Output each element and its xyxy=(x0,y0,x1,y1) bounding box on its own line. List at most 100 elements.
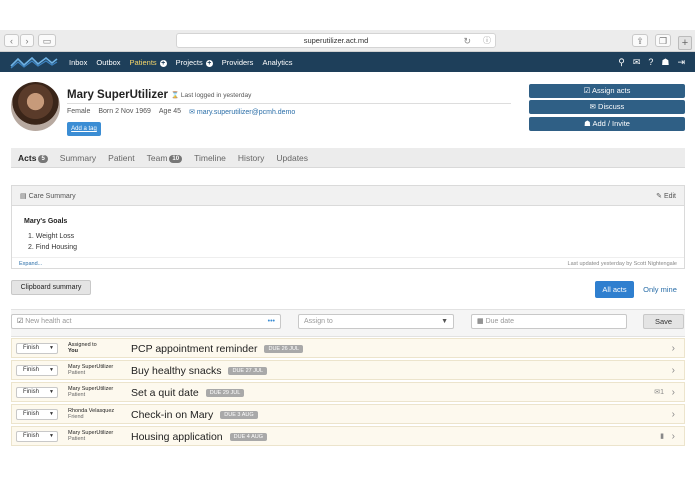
tab-updates[interactable]: Updates xyxy=(276,153,308,163)
finish-label: Finish xyxy=(23,411,40,417)
finish-label: Finish xyxy=(23,389,40,395)
care-summary-header: ▤ Care Summary ✎ Edit xyxy=(12,186,684,206)
finish-dropdown[interactable]: Finish ▼ xyxy=(16,365,58,376)
tab-history[interactable]: History xyxy=(238,153,264,163)
chevron-right-icon[interactable]: › xyxy=(672,431,675,442)
act-title[interactable]: PCP appointment reminder DUE 26 JUL xyxy=(131,343,304,355)
chevron-right-icon[interactable]: › xyxy=(672,365,675,376)
assignee: Rhonda Velasquez Friend xyxy=(68,408,114,420)
new-health-act-input[interactable]: ☑ New health act ••• xyxy=(11,314,281,329)
nav-projects[interactable]: Projects + xyxy=(176,58,213,67)
act-title[interactable]: Set a quit date DUE 29 JUL xyxy=(131,387,245,399)
act-row[interactable]: Finish ▼ Rhonda Velasquez Friend Check-in … xyxy=(11,404,685,424)
add-project-icon[interactable]: + xyxy=(205,59,213,67)
care-summary-panel: ▤ Care Summary ✎ Edit Mary's Goals 1. We… xyxy=(11,185,685,269)
act-row[interactable]: Finish ▼ Assigned to You PCP appointment r… xyxy=(11,338,685,358)
care-summary-title-text: Care Summary xyxy=(28,193,76,200)
finish-dropdown[interactable]: Finish ▼ xyxy=(16,431,58,442)
assign-to-placeholder: Assign to xyxy=(304,318,333,325)
nav-analytics[interactable]: Analytics xyxy=(262,58,292,67)
act-title-text: PCP appointment reminder xyxy=(131,343,258,355)
user-icon[interactable]: ☗ xyxy=(661,57,669,68)
add-invite-button[interactable]: ☗ Add / Invite xyxy=(529,117,685,131)
nav-outbox[interactable]: Outbox xyxy=(96,58,120,67)
nav-providers[interactable]: Providers xyxy=(222,58,254,67)
tab-acts-label: Acts xyxy=(18,152,37,163)
act-title[interactable]: Check-in on Mary DUE 3 AUG xyxy=(131,409,258,421)
back-icon[interactable]: ‹ xyxy=(4,34,19,47)
nav-patients[interactable]: Patients + xyxy=(130,58,167,67)
only-mine-button[interactable]: Only mine xyxy=(640,281,680,298)
act-title-text: Set a quit date xyxy=(131,387,199,399)
tab-team[interactable]: Team 10 xyxy=(146,152,183,163)
email-link[interactable]: ✉ mary.superutilizer@pcmh.demo xyxy=(189,108,295,116)
goal-item: 1. Weight Loss xyxy=(28,233,75,240)
all-acts-button[interactable]: All acts xyxy=(595,281,634,298)
new-tab-icon[interactable]: + xyxy=(678,36,692,50)
finish-dropdown[interactable]: Finish ▼ xyxy=(16,343,58,354)
assignee: Assigned to You xyxy=(68,342,97,354)
logo-icon[interactable] xyxy=(10,55,58,69)
goals-title: Mary's Goals xyxy=(24,218,68,225)
new-health-act-placeholder: New health act xyxy=(25,318,72,325)
assignee-role: Patient xyxy=(68,392,86,398)
nav-patients-label: Patients xyxy=(129,57,157,67)
caret-down-icon: ▼ xyxy=(441,318,448,325)
finish-dropdown[interactable]: Finish ▼ xyxy=(16,387,58,398)
due-date-placeholder: Due date xyxy=(485,318,514,325)
act-title[interactable]: Buy healthy snacks DUE 27 JUL xyxy=(131,365,268,377)
save-button[interactable]: Save xyxy=(643,314,684,329)
envelope-icon: ✉ xyxy=(189,109,197,116)
act-title[interactable]: Housing application DUE 4 AUG xyxy=(131,431,267,443)
gender: Female xyxy=(67,108,91,115)
url-bar[interactable]: superutilizer.act.md ↻ ⓘ xyxy=(176,33,496,48)
sidebar-toggle-icon[interactable]: ▭ xyxy=(38,34,56,47)
caret-down-icon: ▼ xyxy=(49,367,54,373)
chevron-right-icon[interactable]: › xyxy=(672,409,675,420)
help-icon[interactable]: ? xyxy=(648,57,653,67)
search-icon[interactable]: ⚲ xyxy=(618,57,625,68)
url-text: superutilizer.act.md xyxy=(303,36,369,45)
due-badge: DUE 29 JUL xyxy=(205,389,245,397)
add-patient-icon[interactable]: + xyxy=(159,59,167,67)
assign-to-select[interactable]: Assign to ▼ xyxy=(298,314,454,329)
more-icon[interactable]: ••• xyxy=(268,315,275,328)
last-logged: ⌛ Last logged in yesterday xyxy=(171,91,251,99)
info-icon[interactable]: ⓘ xyxy=(483,34,491,48)
chevron-right-icon[interactable]: › xyxy=(672,343,675,354)
assignee: Mary SuperUtilizer Patient xyxy=(68,430,113,442)
clipboard-summary-button[interactable]: Clipboard summary xyxy=(11,280,91,295)
logout-icon[interactable]: ⇥ xyxy=(677,57,685,68)
due-badge: DUE 27 JUL xyxy=(228,367,268,375)
tab-acts[interactable]: Acts 5 xyxy=(18,153,48,163)
finish-dropdown[interactable]: Finish ▼ xyxy=(16,409,58,420)
tab-timeline[interactable]: Timeline xyxy=(194,153,226,163)
add-tag-button[interactable]: Add a tag xyxy=(67,122,101,136)
edit-button[interactable]: ✎ Edit xyxy=(656,192,676,200)
act-row[interactable]: Finish ▼ Mary SuperUtilizer Patient Housin… xyxy=(11,426,685,446)
edit-label: Edit xyxy=(663,193,676,200)
tab-team-label: Team xyxy=(146,152,168,163)
act-title-text: Housing application xyxy=(131,431,223,443)
care-summary-title: ▤ Care Summary xyxy=(20,192,76,200)
discuss-label: Discuss xyxy=(598,102,625,111)
assignee-role: You xyxy=(68,348,78,354)
act-row[interactable]: Finish ▼ Mary SuperUtilizer Patient Set a … xyxy=(11,382,685,402)
tabs-icon[interactable]: ❐ xyxy=(655,34,671,47)
share-icon[interactable]: ⇪ xyxy=(632,34,648,47)
forward-icon[interactable]: › xyxy=(20,34,34,47)
assign-acts-button[interactable]: ☑ Assign acts xyxy=(529,84,685,98)
chat-icon[interactable]: ✉ xyxy=(633,57,641,68)
expand-link[interactable]: Expand... xyxy=(19,261,42,267)
last-logged-text: Last logged in yesterday xyxy=(180,92,252,99)
tab-patient[interactable]: Patient xyxy=(108,153,134,163)
reload-icon[interactable]: ↻ xyxy=(463,34,471,48)
act-row[interactable]: Finish ▼ Mary SuperUtilizer Patient Buy he… xyxy=(11,360,685,380)
profile-divider xyxy=(67,103,511,104)
due-date-input[interactable]: ▦ Due date xyxy=(471,314,627,329)
patient-tabs: Acts 5 Summary Patient Team 10 Timeline Hi… xyxy=(11,148,685,168)
discuss-button[interactable]: ✉ Discuss xyxy=(529,100,685,114)
nav-inbox[interactable]: Inbox xyxy=(69,58,87,67)
chevron-right-icon[interactable]: › xyxy=(672,387,675,398)
tab-summary[interactable]: Summary xyxy=(60,153,96,163)
